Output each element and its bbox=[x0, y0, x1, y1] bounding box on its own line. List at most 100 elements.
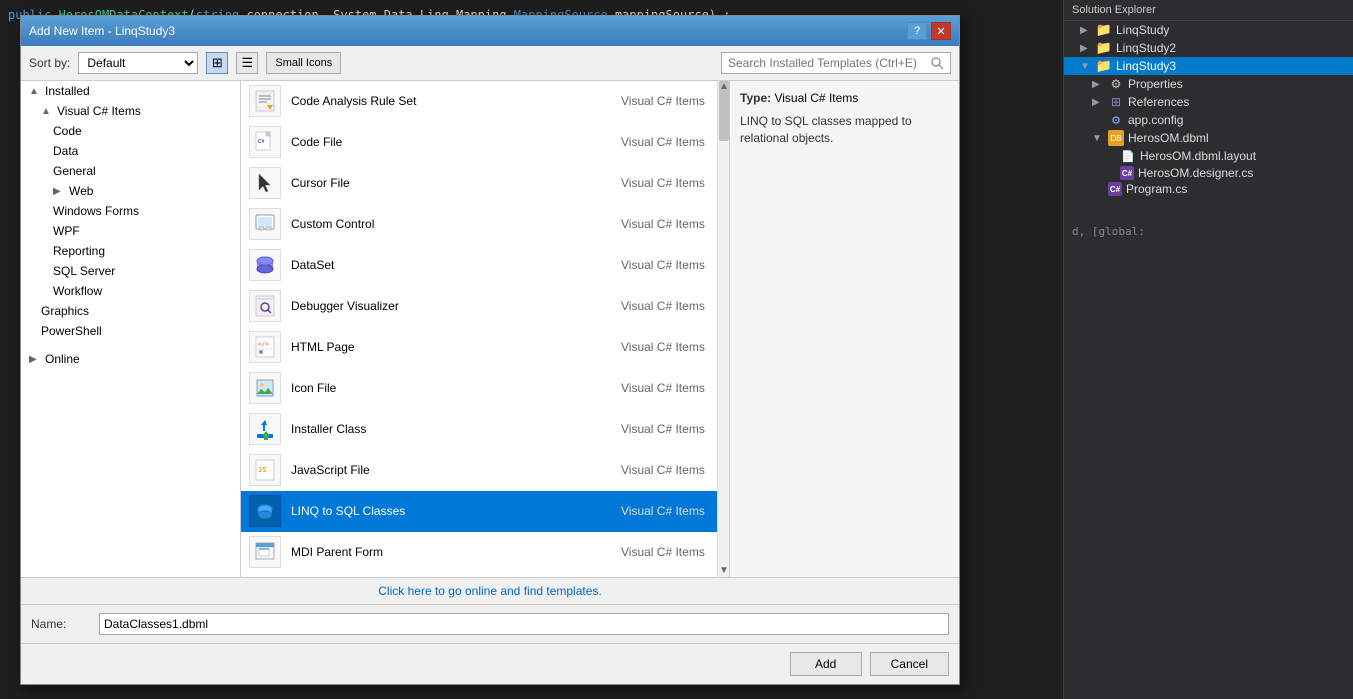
visual-cs-arrow: ▲ bbox=[41, 106, 53, 117]
web-label: Web bbox=[69, 184, 93, 198]
cat-general[interactable]: General bbox=[21, 161, 240, 181]
cancel-button[interactable]: Cancel bbox=[870, 652, 949, 676]
item-name: MDI Parent Form bbox=[291, 545, 621, 559]
help-button[interactable]: ? bbox=[907, 22, 927, 40]
name-label: Name: bbox=[31, 617, 91, 631]
online-link[interactable]: Click here to go online and find templat… bbox=[378, 584, 601, 598]
item-icon-custom-control bbox=[249, 208, 281, 240]
scroll-down-arrow[interactable]: ▼ bbox=[718, 565, 729, 577]
web-arrow: ▶ bbox=[53, 186, 65, 197]
cat-powershell[interactable]: PowerShell bbox=[21, 321, 240, 341]
cat-web[interactable]: ▶ Web bbox=[21, 181, 240, 201]
sortby-label: Sort by: bbox=[29, 56, 70, 70]
item-icon-dataset bbox=[249, 249, 281, 281]
svg-text:C#: C# bbox=[258, 139, 265, 145]
item-icon-code-analysis bbox=[249, 85, 281, 117]
info-panel: Type: Visual C# Items LINQ to SQL classe… bbox=[729, 81, 959, 577]
sortby-select[interactable]: Default Name Type bbox=[78, 52, 198, 74]
item-name: Installer Class bbox=[291, 422, 621, 436]
item-icon-mdi-parent-form bbox=[249, 536, 281, 568]
visual-cs-label: Visual C# Items bbox=[57, 104, 141, 118]
item-category: Visual C# Items bbox=[621, 504, 721, 518]
online-label: Online bbox=[45, 352, 80, 366]
dialog-title: Add New Item - LinqStudy3 bbox=[29, 24, 175, 38]
item-installer-class[interactable]: Installer Class Visual C# Items bbox=[241, 409, 729, 450]
small-icons-button[interactable]: Small Icons bbox=[266, 52, 341, 74]
item-name: DataSet bbox=[291, 258, 621, 272]
cat-data[interactable]: Data bbox=[21, 141, 240, 161]
item-category: Visual C# Items bbox=[621, 176, 721, 190]
cat-online[interactable]: ▶ Online bbox=[21, 349, 240, 369]
cat-graphics[interactable]: Graphics bbox=[21, 301, 240, 321]
item-icon-file[interactable]: Icon File Visual C# Items bbox=[241, 368, 729, 409]
item-resource[interactable]: Resource... Visual C# Items bbox=[241, 573, 729, 577]
item-dataset[interactable]: DataSet Visual C# Items bbox=[241, 245, 729, 286]
item-category: Visual C# Items bbox=[621, 422, 721, 436]
item-icon-html-page: </> bbox=[249, 331, 281, 363]
cat-sql-server[interactable]: SQL Server bbox=[21, 261, 240, 281]
scroll-up-arrow[interactable]: ▲ bbox=[718, 81, 729, 93]
buttons-row: Add Cancel bbox=[21, 643, 959, 684]
add-button[interactable]: Add bbox=[790, 652, 862, 676]
item-name: Code Analysis Rule Set bbox=[291, 94, 621, 108]
item-category: Visual C# Items bbox=[621, 340, 721, 354]
general-label: General bbox=[53, 164, 96, 178]
grid-view-button[interactable]: ⊞ bbox=[206, 52, 228, 74]
info-type: Type: Visual C# Items bbox=[740, 91, 949, 105]
online-arrow: ▶ bbox=[29, 354, 41, 365]
item-icon-installer-class bbox=[249, 413, 281, 445]
item-icon-javascript-file: JS bbox=[249, 454, 281, 486]
item-category: Visual C# Items bbox=[621, 545, 721, 559]
type-label: Type: bbox=[740, 91, 771, 105]
svg-text:JS: JS bbox=[258, 466, 266, 474]
item-debugger-visualizer[interactable]: Debugger Visualizer Visual C# Items bbox=[241, 286, 729, 327]
categories-panel: ▲ Installed ▲ Visual C# Items Code Data … bbox=[21, 81, 241, 577]
item-name: Code File bbox=[291, 135, 621, 149]
graphics-label: Graphics bbox=[41, 304, 89, 318]
item-code-file[interactable]: C# Code File Visual C# Items bbox=[241, 122, 729, 163]
item-code-analysis-rule-set[interactable]: Code Analysis Rule Set Visual C# Items bbox=[241, 81, 729, 122]
cat-windows-forms[interactable]: Windows Forms bbox=[21, 201, 240, 221]
list-view-button[interactable]: ☰ bbox=[236, 52, 258, 74]
cat-installed[interactable]: ▲ Installed bbox=[21, 81, 240, 101]
search-input[interactable] bbox=[721, 52, 951, 74]
item-category: Visual C# Items bbox=[621, 381, 721, 395]
cat-reporting[interactable]: Reporting bbox=[21, 241, 240, 261]
dialog-overlay: Add New Item - LinqStudy3 ? ✕ Sort by: D… bbox=[0, 0, 1353, 699]
item-icon-cursor-file bbox=[249, 167, 281, 199]
item-name: Icon File bbox=[291, 381, 621, 395]
item-category: Visual C# Items bbox=[621, 94, 721, 108]
item-custom-control[interactable]: Custom Control Visual C# Items bbox=[241, 204, 729, 245]
scrollbar[interactable]: ▼ ▲ bbox=[717, 81, 729, 577]
installed-label: Installed bbox=[45, 84, 90, 98]
wpf-label: WPF bbox=[53, 224, 80, 238]
item-category: Visual C# Items bbox=[621, 258, 721, 272]
item-javascript-file[interactable]: JS JavaScript File Visual C# Items bbox=[241, 450, 729, 491]
windows-forms-label: Windows Forms bbox=[53, 204, 139, 218]
data-label: Data bbox=[53, 144, 78, 158]
close-button[interactable]: ✕ bbox=[931, 22, 951, 40]
item-mdi-parent-form[interactable]: MDI Parent Form Visual C# Items bbox=[241, 532, 729, 573]
cat-wpf[interactable]: WPF bbox=[21, 221, 240, 241]
cat-code[interactable]: Code bbox=[21, 121, 240, 141]
item-cursor-file[interactable]: Cursor File Visual C# Items bbox=[241, 163, 729, 204]
item-category: Visual C# Items bbox=[621, 217, 721, 231]
cat-visual-cs[interactable]: ▲ Visual C# Items bbox=[21, 101, 240, 121]
item-icon-linq-to-sql bbox=[249, 495, 281, 527]
name-row: Name: bbox=[21, 604, 959, 643]
reporting-label: Reporting bbox=[53, 244, 105, 258]
item-html-page[interactable]: </> HTML Page Visual C# Items bbox=[241, 327, 729, 368]
name-input[interactable] bbox=[99, 613, 949, 635]
installed-arrow: ▲ bbox=[29, 86, 41, 97]
add-new-item-dialog: Add New Item - LinqStudy3 ? ✕ Sort by: D… bbox=[20, 15, 960, 685]
item-linq-to-sql-classes[interactable]: LINQ to SQL Classes Visual C# Items bbox=[241, 491, 729, 532]
online-link-bar: Click here to go online and find templat… bbox=[21, 577, 959, 604]
titlebar-buttons: ? ✕ bbox=[907, 22, 951, 40]
item-icon-debugger-visualizer bbox=[249, 290, 281, 322]
item-category: Visual C# Items bbox=[621, 299, 721, 313]
item-name: LINQ to SQL Classes bbox=[291, 504, 621, 518]
code-label: Code bbox=[53, 124, 82, 138]
item-name: Cursor File bbox=[291, 176, 621, 190]
cat-workflow[interactable]: Workflow bbox=[21, 281, 240, 301]
item-name: JavaScript File bbox=[291, 463, 621, 477]
